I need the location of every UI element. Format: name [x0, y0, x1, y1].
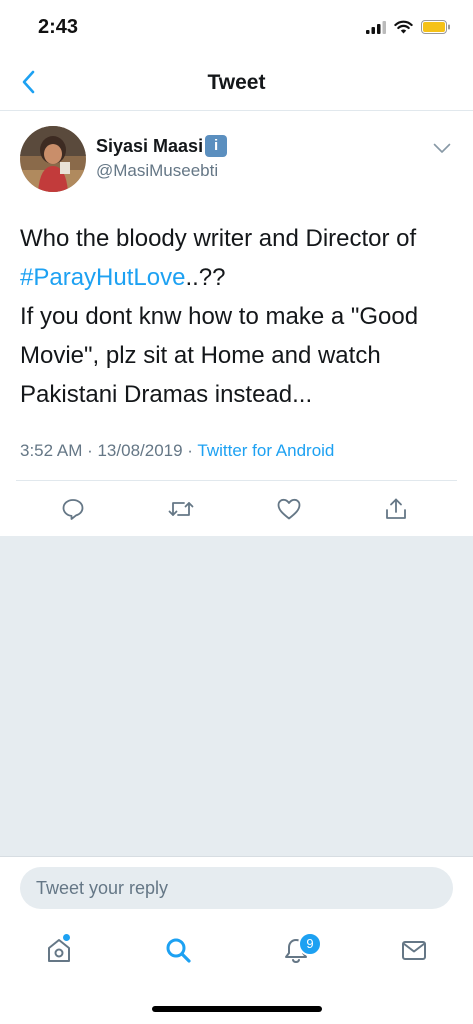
tweet-source-link[interactable]: Twitter for Android: [197, 441, 334, 460]
home-indicator[interactable]: [152, 1006, 322, 1012]
reply-icon: [61, 497, 85, 526]
notifications-badge: 9: [298, 932, 322, 956]
tab-messages[interactable]: [392, 930, 436, 974]
tweet-text: Who the bloody writer and Director of #P…: [20, 219, 460, 414]
home-icon: [45, 936, 73, 969]
status-bar: 2:43: [0, 0, 473, 58]
author-handle[interactable]: @MasiMuseebti: [96, 161, 218, 181]
like-button[interactable]: [269, 491, 309, 531]
tweet-options-button[interactable]: [433, 141, 457, 161]
status-time: 2:43: [38, 16, 79, 38]
info-badge-icon: i: [205, 135, 228, 157]
new-content-dot: [63, 934, 70, 941]
tab-home[interactable]: [37, 930, 81, 974]
tweet-meta: 3:52 AM · 13/08/2019 · Twitter for Andro…: [20, 441, 334, 461]
hashtag-link[interactable]: #ParayHutLove: [20, 264, 185, 291]
tab-notifications[interactable]: 9: [274, 930, 322, 974]
tweet-timestamp: 3:52 AM · 13/08/2019 ·: [20, 441, 198, 460]
author-name-text: Siyasi Maasi: [96, 135, 204, 156]
empty-replies-area: [0, 536, 473, 856]
messages-icon: [400, 936, 428, 969]
search-icon: [164, 936, 192, 969]
author-name[interactable]: Siyasi Maasi i: [96, 135, 228, 157]
tab-search[interactable]: [156, 930, 200, 974]
avatar[interactable]: [20, 126, 86, 192]
signal-icon: [366, 20, 386, 39]
reply-button[interactable]: [53, 491, 93, 531]
tweet-detail: Siyasi Maasi i @MasiMuseebti Who the blo…: [0, 111, 473, 535]
tweet-text-line2: If you dont knw how to make a "Good Movi…: [20, 303, 419, 408]
divider: [16, 480, 457, 481]
like-icon: [277, 498, 301, 525]
wifi-icon: [394, 20, 413, 39]
share-button[interactable]: [376, 491, 416, 531]
battery-icon: [421, 20, 451, 39]
tweet-actions: [0, 491, 473, 531]
tweet-text-punctuation: ..??: [185, 264, 226, 291]
tweet-text-hashtag-line: #ParayHutLove..??: [20, 258, 460, 297]
tweet-text-line1: Who the bloody writer and Director of: [20, 225, 417, 252]
share-icon: [384, 497, 408, 526]
retweet-button[interactable]: [161, 491, 201, 531]
retweet-icon: [168, 497, 194, 526]
reply-input[interactable]: [20, 867, 453, 909]
chevron-down-icon: [433, 141, 451, 158]
tab-bar: 9: [0, 924, 473, 984]
reply-bar: [0, 856, 473, 925]
page-title: Tweet: [207, 71, 266, 94]
nav-bar: Tweet: [0, 58, 473, 111]
status-icons: [366, 20, 451, 39]
